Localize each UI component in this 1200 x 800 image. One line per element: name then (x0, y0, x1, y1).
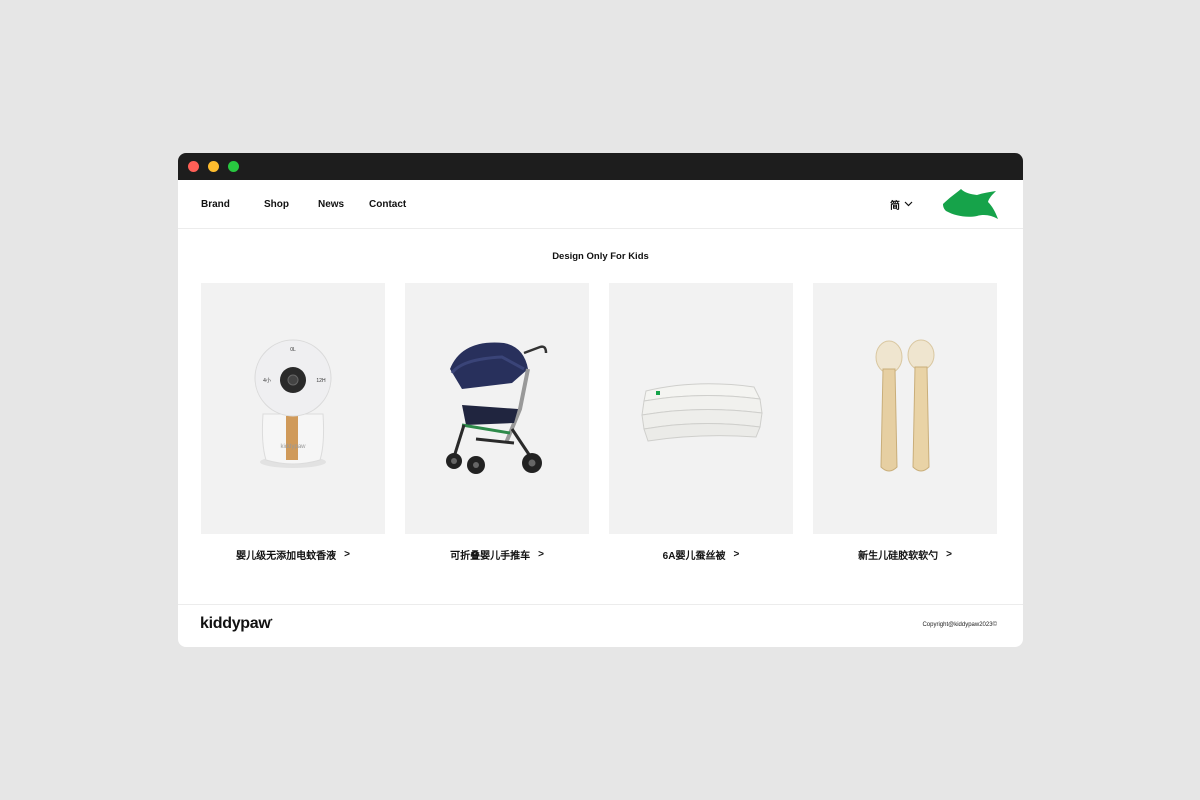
copyright-text: Copyright@kiddypaw2023© (922, 622, 997, 628)
product-label[interactable]: 婴儿级无添加电蚊香液 > (201, 547, 385, 562)
product-image (813, 283, 997, 534)
brand-logo-icon[interactable] (941, 187, 999, 221)
product-card[interactable]: 可折叠婴儿手推车 > (405, 283, 589, 562)
product-image: kiddypaw 0L 4小 12H (201, 283, 385, 534)
quilt-image (641, 382, 763, 442)
minimize-window-button[interactable] (208, 161, 219, 172)
product-name: 新生儿硅胶软软勺 (858, 551, 939, 562)
nav-contact-link[interactable]: Contact (369, 199, 406, 210)
site-footer: kiddypaw• Copyright@kiddypaw2023© (178, 604, 1023, 647)
chevron-right-icon: > (946, 549, 952, 560)
product-label[interactable]: 新生儿硅胶软软勺 > (813, 547, 997, 562)
product-card[interactable]: 6A婴儿蚕丝被 > (609, 283, 793, 562)
product-image (405, 283, 589, 534)
svg-text:0L: 0L (290, 347, 296, 353)
footer-wordmark-mark: • (270, 617, 273, 624)
svg-text:kiddypaw: kiddypaw (280, 444, 306, 450)
product-name: 婴儿级无添加电蚊香液 (236, 551, 337, 562)
svg-text:12H: 12H (316, 378, 326, 384)
stroller-image (446, 342, 548, 474)
nav-shop-link[interactable]: Shop (264, 199, 318, 210)
footer-logo[interactable]: kiddypaw• (200, 615, 273, 633)
chevron-right-icon: > (538, 549, 544, 560)
title-bar (178, 153, 1023, 180)
diffuser-image: kiddypaw 0L 4小 12H (254, 339, 332, 468)
product-card[interactable]: kiddypaw 0L 4小 12H 婴儿级无添加电蚊香液 > (201, 283, 385, 562)
nav-news-link[interactable]: News (318, 199, 369, 210)
product-label[interactable]: 6A婴儿蚕丝被 > (609, 547, 793, 562)
chevron-down-icon (904, 201, 913, 207)
nav-brand-link[interactable]: Brand (201, 199, 264, 210)
maximize-window-button[interactable] (228, 161, 239, 172)
site-header: Brand Shop News Contact 简 (178, 180, 1023, 229)
product-name: 可折叠婴儿手推车 (450, 551, 531, 562)
svg-text:4小: 4小 (263, 377, 271, 384)
footer-wordmark: kiddypaw (200, 615, 271, 632)
page-tagline: Design Only For Kids (552, 251, 649, 262)
language-label: 简 (890, 200, 900, 212)
spoons-image (875, 339, 935, 471)
product-grid: kiddypaw 0L 4小 12H 婴儿级无添加电蚊香液 > 可折叠婴儿手推车… (201, 283, 997, 562)
language-selector[interactable]: 简 (890, 180, 913, 228)
chevron-right-icon: > (344, 549, 350, 560)
product-label[interactable]: 可折叠婴儿手推车 > (405, 547, 589, 562)
main-nav: Brand Shop News Contact (201, 180, 406, 228)
product-card[interactable]: 新生儿硅胶软软勺 > (813, 283, 997, 562)
product-image (609, 283, 793, 534)
close-window-button[interactable] (188, 161, 199, 172)
browser-window: Brand Shop News Contact 简 Design Only Fo… (178, 153, 1023, 647)
product-name: 6A婴儿蚕丝被 (662, 551, 726, 562)
chevron-right-icon: > (733, 549, 740, 560)
